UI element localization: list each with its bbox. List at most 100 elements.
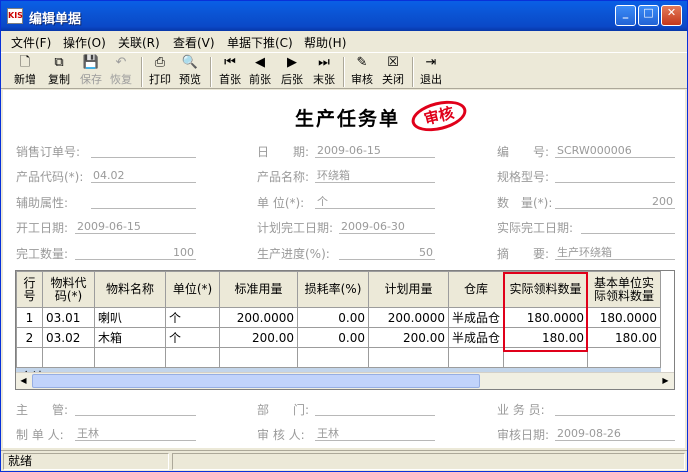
label-actual-finish: 实际完工日期: [497,221,574,235]
cell-unit[interactable]: 个 [165,327,220,348]
cell-loss-rate[interactable]: 0.00 [297,327,369,348]
horizontal-scrollbar[interactable]: ◀ ▶ [16,372,674,389]
field-progress[interactable]: 50 [339,245,435,260]
material-table: 行号 物料代码(*) 物料名称 单位(*) 标准用量 损耗率(%) 计划用量 仓… [16,271,662,386]
cell-material-code[interactable]: 03.01 [42,307,95,328]
col-header-standard-qty[interactable]: 标准用量 [219,271,298,308]
menu-file[interactable]: 文件(F) [11,34,51,51]
field-product-name[interactable]: 环绕箱 [315,168,435,183]
table-row[interactable]: 1 03.01 喇叭 个 200.0000 0.00 200.0000 半成品仓… [16,307,662,328]
restore-button[interactable]: ↶ 恢复 [106,55,136,88]
table-row-empty[interactable] [16,347,662,368]
cell-material-name[interactable]: 木箱 [94,327,166,348]
scroll-left-arrow-icon[interactable]: ◀ [16,374,31,388]
field-product-code[interactable]: 04.02 [91,168,196,183]
new-button[interactable]: 🗋 新增 [10,55,40,88]
toolbar-separator [412,57,414,87]
field-finished-qty[interactable]: 100 [75,245,196,260]
table-row[interactable]: 2 03.02 木箱 个 200.00 0.00 200.00 半成品仓 180… [16,327,662,348]
field-audit-date[interactable]: 2009-08-26 [555,426,675,441]
menu-view[interactable]: 查看(V) [173,34,215,51]
audited-stamp: 审核 [408,95,470,137]
field-summary[interactable]: 生产环绕箱 [555,245,675,260]
field-maker[interactable]: 王林 [75,426,196,441]
status-bar: 就绪 [1,450,687,471]
next-record-button[interactable]: ▶ 后张 [277,55,307,88]
col-header-actual-qty[interactable]: 实际领料数量 [503,271,589,308]
cell-standard-qty[interactable]: 200.0000 [219,307,298,328]
undo-icon: ↶ [115,55,127,70]
cell-actual-qty[interactable]: 180.00 [503,327,589,348]
label-product-code: 产品代码(*): [16,170,84,184]
cell-standard-qty[interactable]: 200.00 [219,327,298,348]
print-button[interactable]: ⎙ 打印 [145,55,175,88]
scroll-right-arrow-icon[interactable]: ▶ [658,374,673,388]
cell-unit[interactable]: 个 [165,307,220,328]
field-actual-finish[interactable] [581,219,675,234]
minimize-button[interactable]: _ [615,5,636,26]
menu-link[interactable]: 关联(R) [118,34,160,51]
label-number: 编 号: [497,145,550,159]
cell-base-actual-qty[interactable]: 180.0000 [587,307,662,328]
last-record-button[interactable]: ⏭ 末张 [309,55,339,88]
save-button[interactable]: 💾 保存 [76,55,106,88]
col-header-row-no[interactable]: 行号 [16,271,43,308]
grid-header-row: 行号 物料代码(*) 物料名称 单位(*) 标准用量 损耗率(%) 计划用量 仓… [16,271,662,308]
menu-push-down[interactable]: 单据下推(C) [227,34,293,51]
cell-base-actual-qty[interactable]: 180.00 [587,327,662,348]
field-spec[interactable] [555,168,675,183]
field-department[interactable] [315,401,435,416]
col-header-planned-qty[interactable]: 计划用量 [368,271,449,308]
cell-warehouse[interactable]: 半成品仓 [447,327,505,348]
first-record-button[interactable]: ⏮ 首张 [215,55,245,88]
audit-button[interactable]: ✎ 审核 [347,55,377,88]
last-icon: ⏭ [318,55,330,70]
col-header-material-name[interactable]: 物料名称 [94,271,166,308]
cell-planned-qty[interactable]: 200.0000 [368,307,449,328]
cell-row-no[interactable]: 1 [16,307,43,328]
menu-bar: 文件(F) 操作(O) 关联(R) 查看(V) 单据下推(C) 帮助(H) [1,31,687,51]
field-unit[interactable]: 个 [315,194,435,209]
field-salesman[interactable] [555,401,675,416]
copy-icon: ⧉ [54,55,64,70]
cell-planned-qty[interactable]: 200.00 [368,327,449,348]
cell-warehouse[interactable]: 半成品仓 [447,307,505,328]
field-quantity[interactable]: 200 [555,194,675,209]
col-header-material-code[interactable]: 物料代码(*) [42,271,95,308]
label-maker: 制 单 人: [16,428,64,442]
col-header-unit[interactable]: 单位(*) [165,271,220,308]
field-number[interactable]: SCRW000006 [555,143,675,158]
col-header-warehouse[interactable]: 仓库 [447,271,505,308]
title-bar[interactable]: KIS 编辑单据 _ □ ✕ [1,1,687,31]
cell-material-name[interactable]: 喇叭 [94,307,166,328]
col-header-base-actual-qty[interactable]: 基本单位实际领料数量 [587,271,662,308]
new-doc-icon: 🗋 [19,55,31,70]
field-sales-order[interactable] [91,143,196,158]
cell-loss-rate[interactable]: 0.00 [297,307,369,328]
label-spec: 规格型号: [497,170,550,184]
field-supervisor[interactable] [75,401,196,416]
menu-help[interactable]: 帮助(H) [304,34,346,51]
close-window-button[interactable]: ✕ [661,5,682,26]
document-area: 生产任务单 审核 销售订单号: 日 期: 2009-06-15 编 号: SCR… [3,90,685,448]
cell-actual-qty[interactable]: 180.0000 [503,307,589,328]
field-auditor[interactable]: 王林 [315,426,435,441]
field-date[interactable]: 2009-06-15 [315,143,435,158]
scroll-thumb[interactable] [32,374,480,388]
prev-icon: ◀ [255,55,265,70]
field-start-date[interactable]: 2009-06-15 [75,219,196,234]
col-header-loss-rate[interactable]: 损耗率(%) [297,271,369,308]
prev-record-button[interactable]: ◀ 前张 [245,55,275,88]
menu-operate[interactable]: 操作(O) [63,34,106,51]
field-aux-attr[interactable] [91,194,196,209]
label-sales-order: 销售订单号: [16,145,81,159]
cell-row-no[interactable]: 2 [16,327,43,348]
maximize-button[interactable]: □ [638,5,659,26]
field-plan-finish[interactable]: 2009-06-30 [339,219,435,234]
cell-material-code[interactable]: 03.02 [42,327,95,348]
toolbar: 🗋 新增 ⧉ 复制 💾 保存 ↶ 恢复 ⎙ 打印 🔍 预览 ⏮ 首张 ◀ 前张 ▶ 后张 ⏭ 末张 … [1,52,687,89]
close-doc-button[interactable]: ☒ 关闭 [378,55,408,88]
preview-button[interactable]: 🔍 预览 [175,55,205,88]
exit-button[interactable]: ⇥ 退出 [416,55,446,88]
copy-button[interactable]: ⧉ 复制 [44,55,74,88]
